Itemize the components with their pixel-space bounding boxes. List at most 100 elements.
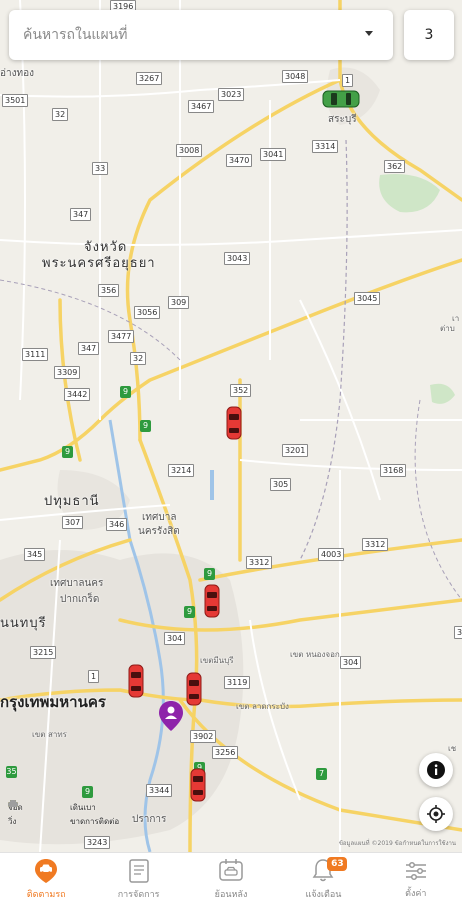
vehicle-count-box[interactable]: 3 (404, 10, 454, 60)
road-number: 347 (70, 208, 92, 221)
road-number: 356 (98, 284, 120, 297)
place-label: ต่าบ (440, 324, 455, 333)
road-number: 309 (168, 296, 190, 309)
place-label: เทศบาล (142, 512, 177, 523)
place-label: เทศบาลนคร (50, 578, 104, 589)
road-number: 3048 (282, 70, 309, 83)
location-pin-icon[interactable] (158, 700, 184, 732)
nav-label: การจัดการ (117, 890, 160, 900)
nav-item-tracking[interactable]: ติดตามรถ (0, 853, 92, 900)
map-attribution: ข้อมูลแผนที่ ©2019 ข้อกำหนดในการใช้งาน (338, 840, 456, 847)
nav-label: แจ้งเตือน (305, 890, 342, 900)
place-label: เช (448, 744, 457, 753)
road-number: 345 (24, 548, 46, 561)
vehicle-marker-parked[interactable] (186, 672, 202, 706)
vehicle-marker-parked[interactable] (190, 768, 206, 802)
vehicle-marker-running[interactable] (322, 90, 360, 108)
road-number: 32 (130, 352, 147, 365)
place-label: นนทบุรี (0, 616, 47, 631)
road-number: 3312 (362, 538, 389, 551)
nav-item-management[interactable]: การจัดการ (92, 853, 184, 900)
road-number: 3043 (224, 252, 251, 265)
road-number: 304 (454, 626, 462, 639)
highway-shield: 9 (184, 606, 195, 618)
road-number: 3111 (22, 348, 49, 361)
place-label: เขต สาทร (32, 730, 67, 739)
highway-shield: 9 (82, 786, 93, 798)
place-label: สระบุรี (328, 114, 357, 125)
legend-item-running: วิ่ง (8, 800, 52, 828)
document-icon (128, 859, 149, 883)
vehicle-marker-parked[interactable] (226, 406, 242, 440)
place-label: ปราการ (132, 814, 167, 825)
place-label: กรุงเทพมหานคร (0, 693, 106, 711)
car-pin-icon (35, 859, 58, 883)
highway-shield: 7 (316, 768, 327, 780)
highway-shield: 9 (62, 446, 73, 458)
road-number: 32 (52, 108, 69, 121)
road-number: 1 (342, 74, 354, 87)
road-number: 3056 (134, 306, 161, 319)
road-number: 3215 (30, 646, 57, 659)
road-number: 305 (270, 478, 292, 491)
road-number: 33 (92, 162, 109, 175)
highway-shield: 9 (204, 568, 215, 580)
place-label: เขต ลาดกระบัง (236, 702, 289, 711)
road-number: 3201 (282, 444, 309, 457)
road-number: 3902 (190, 730, 217, 743)
nav-item-notifications[interactable]: 63 แจ้งเตือน (277, 853, 369, 900)
place-label: นครรังสิต (138, 526, 180, 537)
history-car-icon (219, 859, 243, 881)
road-number: 3467 (188, 100, 215, 113)
nav-item-settings[interactable]: ตั้งค่า (370, 853, 462, 900)
nav-label: ติดตามรถ (26, 890, 66, 900)
chevron-down-icon[interactable] (365, 31, 373, 36)
road-number: 304 (340, 656, 362, 669)
info-button[interactable] (419, 753, 453, 787)
map-view[interactable]: อ่างทอง สระบุรี จังหวัด พระนครศรีอยุธยา … (0, 0, 462, 852)
place-label: พระนครศรีอยุธยา (42, 256, 156, 271)
road-number: 3309 (54, 366, 81, 379)
my-location-button[interactable] (419, 797, 453, 831)
highway-shield: 9 (120, 386, 131, 398)
road-number: 1 (88, 670, 100, 683)
place-label: เขตมีนบุรี (200, 656, 234, 665)
legend-item-idle: เดินเบา (8, 800, 114, 814)
nav-item-history[interactable]: ย้อนหลัง (185, 853, 277, 900)
road-number: 352 (230, 384, 252, 397)
search-input[interactable] (23, 24, 343, 46)
road-number: 362 (384, 160, 406, 173)
road-number: 3256 (212, 746, 239, 759)
road-number: 3470 (226, 154, 253, 167)
vehicle-status-legend: จอด เดินเบา วิ่ง ขาดการติดต่อ (8, 800, 119, 828)
sliders-icon (405, 861, 426, 880)
road-number: 3344 (146, 784, 173, 797)
road-number: 3477 (108, 330, 135, 343)
road-number: 3008 (176, 144, 203, 157)
legend-item-offline: ขาดการติดต่อ (8, 800, 119, 828)
car-icon (8, 800, 18, 807)
vehicle-marker-parked[interactable] (204, 584, 220, 618)
place-label: ปทุมธานี (44, 494, 100, 509)
road-number: 3243 (84, 836, 111, 849)
road-number: 3267 (136, 72, 163, 85)
nav-label: ตั้งค่า (405, 889, 427, 899)
road-number: 3045 (354, 292, 381, 305)
road-number: 3041 (260, 148, 287, 161)
vehicle-search-dropdown[interactable] (9, 10, 393, 60)
road-number: 3314 (312, 140, 339, 153)
nav-label: ย้อนหลัง (214, 890, 248, 900)
info-icon (427, 761, 445, 779)
place-label: ปากเกร็ด (60, 594, 100, 605)
road-number: 3501 (2, 94, 29, 107)
place-label: เขต หนองจอก (290, 650, 340, 659)
road-number: 3023 (218, 88, 245, 101)
road-number: 3312 (246, 556, 273, 569)
highway-shield: 35 (6, 766, 17, 778)
road-number: 304 (164, 632, 186, 645)
vehicle-marker-parked[interactable] (128, 664, 144, 698)
highway-shield: 9 (140, 420, 151, 432)
road-number: 3442 (64, 388, 91, 401)
crosshair-icon (427, 805, 445, 823)
place-label: อ่างทอง (0, 68, 34, 79)
